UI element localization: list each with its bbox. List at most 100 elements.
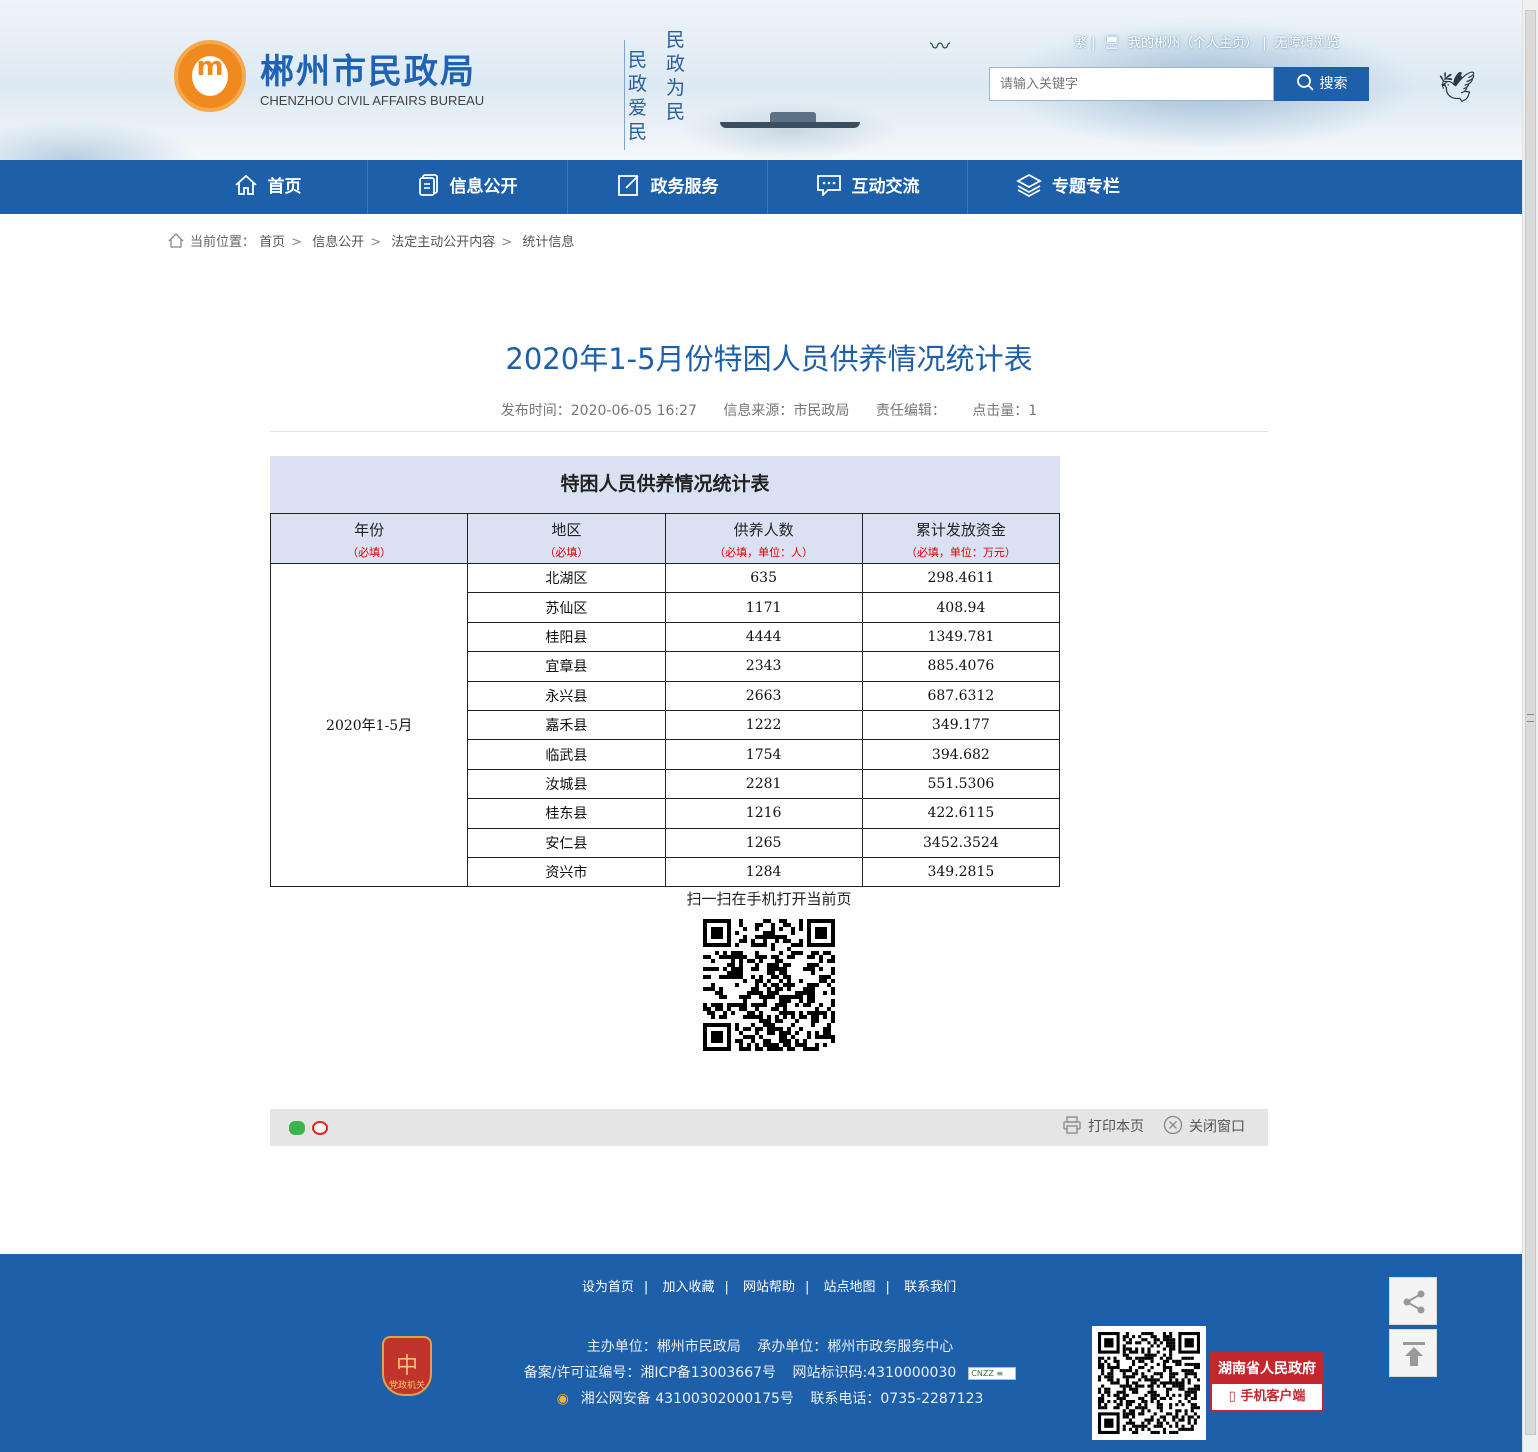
close-label: 关闭窗口 <box>1189 1119 1245 1135</box>
arrow-up-icon <box>1403 1342 1425 1366</box>
table-row: 2020年1-5月 北湖区 635 298.4611 <box>269 562 1061 888</box>
breadcrumb-statistics[interactable]: 统计信息 <box>522 235 574 250</box>
search-field[interactable] <box>989 67 1274 101</box>
crane-icon: 🕊 <box>1438 70 1477 105</box>
nav-item-gov-service[interactable]: 政务服务 <box>568 160 768 214</box>
column-header-year: 年份 （必填） <box>269 513 469 564</box>
boat-illustration <box>720 110 860 130</box>
nav-label: 政务服务 <box>650 177 719 197</box>
phone-text: 联系电话：0735-2287123 <box>810 1391 984 1407</box>
my-chenzhou-link[interactable]: 我的郴州（个人主页） <box>1128 36 1258 51</box>
page-scrollbar[interactable] <box>1522 0 1538 1452</box>
divider <box>270 431 1268 432</box>
page-qr-code <box>703 919 835 1051</box>
cell-region: 桂阳县 <box>467 621 666 653</box>
nav-item-interaction[interactable]: 互动交流 <box>768 160 968 214</box>
slogan-left-text: 民政爱民 <box>628 49 648 143</box>
statistics-table: 特困人员供养情况统计表 年份 （必填） 地区 （必填） 供养人数 （必填，单位：人） … <box>269 456 1061 888</box>
search-icon <box>1296 74 1314 91</box>
police-text[interactable]: 湘公网安备 43100302000175号 <box>581 1391 794 1407</box>
cell-funds: 422.6115 <box>861 798 1061 829</box>
column-header-region: 地区 （必填） <box>467 513 666 564</box>
mist-decoration <box>680 100 900 160</box>
responsible-editor: 责任编辑： <box>875 403 946 419</box>
footer-link-contact[interactable]: 联系我们 <box>894 1280 966 1295</box>
breadcrumb-home[interactable]: 首页 <box>259 235 285 250</box>
icp-text[interactable]: 备案/许可证编号：湘ICP备13003667号 <box>524 1365 776 1381</box>
nav-label: 首页 <box>267 177 302 197</box>
cell-region: 桂东县 <box>467 798 666 829</box>
nav-item-home[interactable]: 首页 <box>168 160 368 214</box>
cell-funds: 298.4611 <box>861 562 1061 594</box>
party-gov-badge-icon[interactable]: 中 党政机关 <box>382 1336 432 1396</box>
print-icon <box>1063 1116 1081 1134</box>
site-logo-icon[interactable]: m <box>174 40 246 112</box>
police-badge-icon: ◉ <box>556 1391 569 1407</box>
organizer-text: 承办单位：郴州市政务服务中心 <box>757 1339 954 1355</box>
back-to-top-button[interactable] <box>1389 1329 1437 1377</box>
print-label: 打印本页 <box>1088 1119 1144 1135</box>
footer-link-favorite[interactable]: 加入收藏 <box>652 1280 724 1295</box>
site-id-text: 网站标识码:4310000030 <box>792 1365 957 1381</box>
main-nav: 首页 信息公开 政务服务 互动交流 专题专栏 <box>0 160 1522 214</box>
footer-link-sitemap[interactable]: 站点地图 <box>814 1280 886 1295</box>
cell-people: 1284 <box>664 856 863 888</box>
scrollbar-thumb[interactable] <box>1525 10 1536 1435</box>
accessibility-link[interactable]: 无障碍浏览 <box>1275 36 1340 51</box>
table-header-row: 年份 （必填） 地区 （必填） 供养人数 （必填，单位：人） 累计发放资金 （必填，单位… <box>269 513 1061 564</box>
home-icon <box>234 174 257 195</box>
hunan-gov-app-badge[interactable]: 湖南省人民政府 ▯ 手机客户端 <box>1210 1352 1324 1412</box>
cell-region: 临武县 <box>467 739 666 770</box>
mobile-client-label: ▯ 手机客户端 <box>1228 1389 1306 1404</box>
nav-item-special[interactable]: 专题专栏 <box>968 160 1168 214</box>
mist-decoration <box>0 120 200 160</box>
search-button[interactable]: 搜索 <box>1274 67 1369 101</box>
site-subtitle: CHENZHOU CIVIL AFFAIRS BUREAU <box>260 93 485 108</box>
wechat-share-icon[interactable] <box>289 1121 305 1135</box>
traditional-chinese-link[interactable]: 繁 <box>1074 36 1087 51</box>
weibo-share-icon[interactable] <box>312 1121 328 1135</box>
cell-people: 1171 <box>664 592 863 623</box>
slogan-decoration: 民政为民 民政爱民 <box>618 16 694 156</box>
cell-region: 永兴县 <box>467 680 666 711</box>
cell-people: 2343 <box>664 651 863 682</box>
cell-funds: 885.4076 <box>861 651 1061 682</box>
nav-label: 互动交流 <box>851 177 920 197</box>
breadcrumb-info-public[interactable]: 信息公开 <box>312 235 364 250</box>
cnzz-badge-icon[interactable]: CNZZ ≡ <box>968 1366 1017 1380</box>
cell-funds: 408.94 <box>861 592 1061 623</box>
nav-label: 信息公开 <box>449 177 518 197</box>
nav-label: 专题专栏 <box>1052 177 1120 197</box>
nav-item-info-public[interactable]: 信息公开 <box>368 160 568 214</box>
share-button[interactable] <box>1389 1277 1437 1325</box>
home-icon <box>168 233 184 248</box>
cell-funds: 687.6312 <box>861 680 1061 711</box>
article-meta: 发布时间：2020-06-05 16:27 信息来源：市民政局 责任编辑： 点击… <box>270 400 1268 420</box>
hunan-gov-label: 湖南省人民政府 <box>1212 1354 1322 1384</box>
breadcrumb-prefix: 当前位置： <box>190 235 256 250</box>
site-header: m 郴州市民政局 CHENZHOU CIVIL AFFAIRS BUREAU 民… <box>0 0 1522 160</box>
site-title[interactable]: 郴州市民政局 <box>260 44 476 93</box>
breadcrumb-statutory[interactable]: 法定主动公开内容 <box>391 235 495 250</box>
footer-police-line: ◉ 湘公网安备 43100302000175号 联系电话：0735-2287123 <box>480 1388 1060 1408</box>
search-input[interactable] <box>990 68 1273 100</box>
cell-region: 北湖区 <box>467 562 666 594</box>
cell-funds: 3452.3524 <box>861 827 1061 858</box>
bird-icon: 〰 <box>930 34 950 58</box>
cell-funds: 551.5306 <box>861 768 1061 800</box>
footer-icp-line: 备案/许可证编号：湘ICP备13003667号 网站标识码:4310000030… <box>480 1362 1060 1382</box>
footer-link-set-home[interactable]: 设为首页 <box>572 1280 644 1295</box>
document-icon <box>418 174 438 196</box>
slogan-right-text: 民政为民 <box>666 29 686 123</box>
phone-icon: ▯ <box>1228 1389 1236 1404</box>
footer-link-help[interactable]: 网站帮助 <box>733 1280 805 1295</box>
cell-people: 635 <box>664 562 863 594</box>
table-caption: 特困人员供养情况统计表 <box>270 456 1060 513</box>
publish-time: 发布时间：2020-06-05 16:27 <box>500 403 697 419</box>
cell-people: 1754 <box>664 739 863 770</box>
print-button[interactable]: 打印本页 <box>1062 1109 1144 1146</box>
monitor-icon: 🖥 <box>1103 36 1121 51</box>
cell-region: 资兴市 <box>467 856 666 888</box>
qr-caption: 扫一扫在手机打开当前页 <box>686 890 852 908</box>
close-window-button[interactable]: 关闭窗口 <box>1163 1109 1245 1146</box>
